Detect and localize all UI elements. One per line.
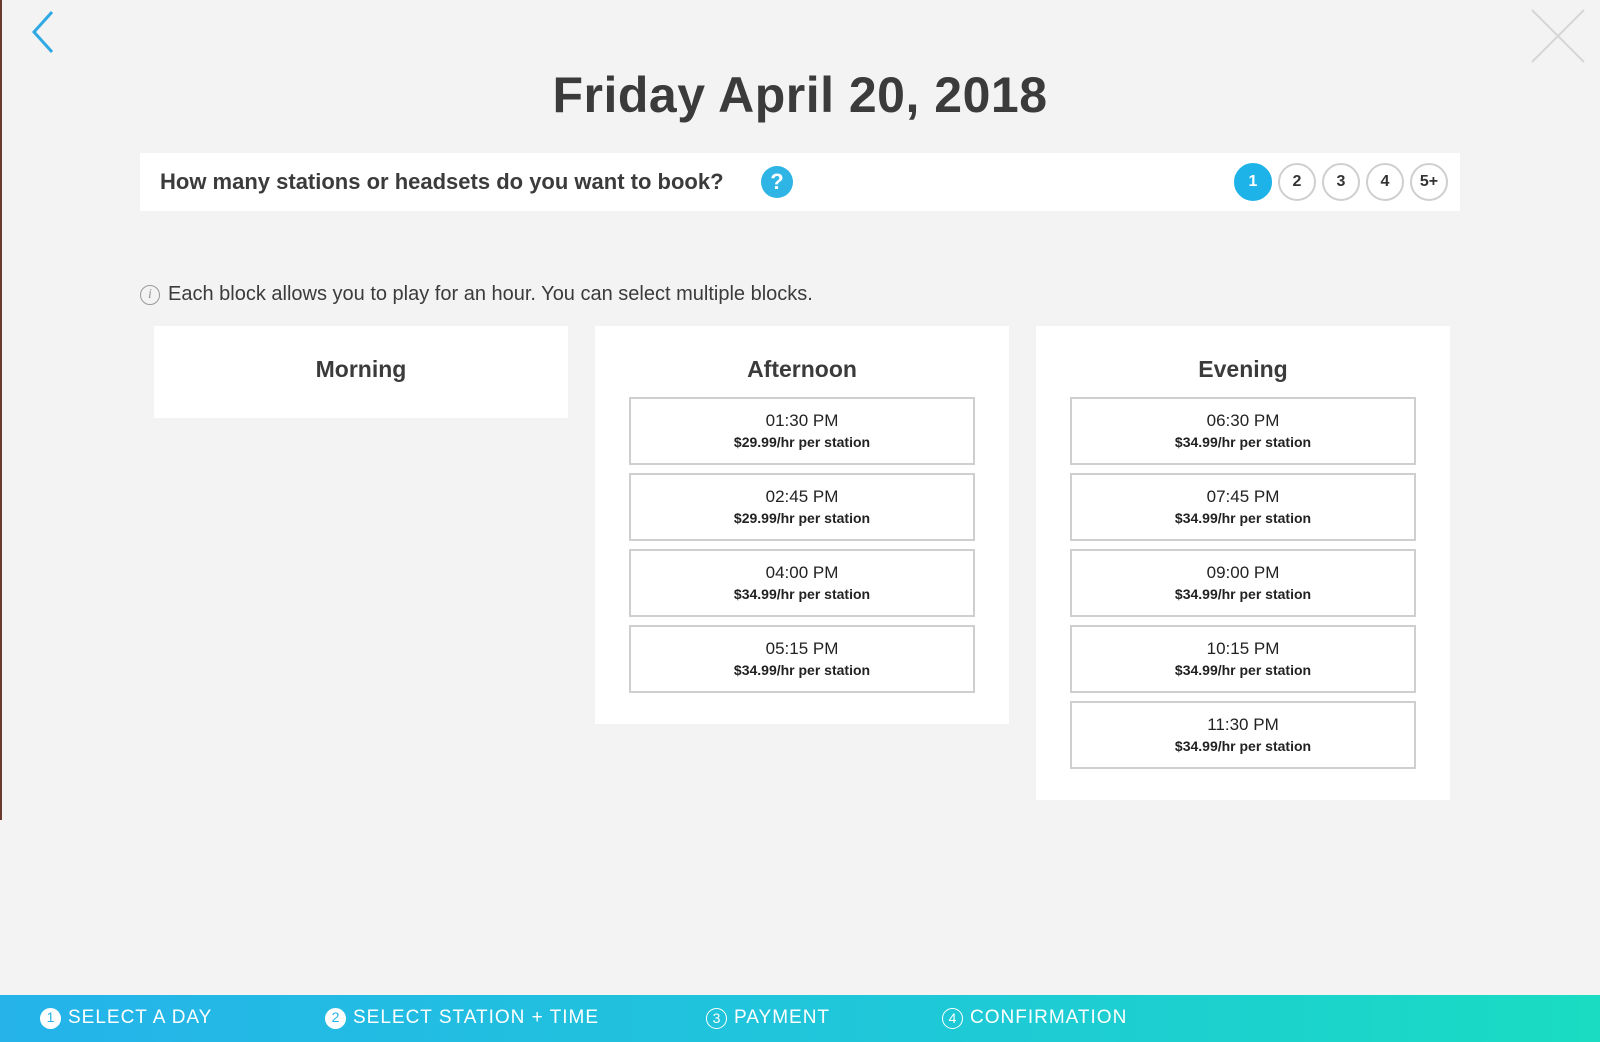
slot-time: 11:30 PM — [1207, 715, 1279, 734]
slot-price: $34.99/hr per station — [1174, 662, 1312, 678]
time-slot[interactable]: 02:45 PM $29.99/hr per station — [629, 473, 975, 541]
close-icon — [1531, 9, 1585, 63]
slot-price: $29.99/hr per station — [733, 434, 871, 450]
step-label: SELECT STATION + TIME — [353, 1007, 600, 1028]
step-number-badge: 1 — [40, 1007, 61, 1029]
period-title: Afternoon — [747, 356, 857, 382]
step-number-badge: 2 — [325, 1007, 346, 1029]
chevron-left-icon — [31, 10, 54, 54]
info-icon: i — [140, 284, 160, 305]
help-icon[interactable]: ? — [761, 166, 793, 198]
time-slot[interactable]: 05:15 PM $34.99/hr per station — [629, 625, 975, 693]
station-count-question: How many stations or headsets do you wan… — [160, 169, 724, 194]
time-slot[interactable]: 07:45 PM $34.99/hr per station — [1070, 473, 1416, 541]
slot-price: $34.99/hr per station — [1174, 434, 1312, 450]
slot-price: $29.99/hr per station — [733, 510, 871, 526]
step-select-day[interactable]: 1 SELECT A DAY — [40, 1007, 212, 1029]
close-button[interactable] — [1528, 6, 1588, 66]
slot-time: 02:45 PM — [765, 487, 839, 506]
time-slot[interactable]: 09:00 PM $34.99/hr per station — [1070, 549, 1416, 617]
slot-time: 09:00 PM — [1206, 563, 1280, 582]
slot-price: $34.99/hr per station — [733, 662, 871, 678]
period-card-morning: Morning — [154, 326, 568, 418]
step-number-badge: 3 — [706, 1007, 727, 1029]
slot-time: 06:30 PM — [1206, 411, 1280, 430]
step-number-badge: 4 — [942, 1007, 963, 1029]
step-label: CONFIRMATION — [970, 1007, 1128, 1028]
step-confirmation[interactable]: 4 CONFIRMATION — [942, 1007, 1127, 1029]
slot-time: 10:15 PM — [1206, 639, 1280, 658]
time-slot[interactable]: 04:00 PM $34.99/hr per station — [629, 549, 975, 617]
slot-price: $34.99/hr per station — [1174, 738, 1312, 754]
slot-time: 04:00 PM — [765, 563, 839, 582]
period-title: Evening — [1198, 356, 1288, 382]
back-button[interactable] — [26, 8, 66, 56]
time-slot[interactable]: 06:30 PM $34.99/hr per station — [1070, 397, 1416, 465]
period-card-afternoon: Afternoon 01:30 PM $29.99/hr per station… — [595, 326, 1009, 724]
page-title: Friday April 20, 2018 — [552, 67, 1048, 123]
time-slot[interactable]: 01:30 PM $29.99/hr per station — [629, 397, 975, 465]
station-count-panel: How many stations or headsets do you wan… — [140, 153, 1460, 211]
info-note: i Each block allows you to play for an h… — [140, 283, 813, 306]
station-count-option-5-plus[interactable]: 5+ — [1410, 163, 1448, 201]
slot-time: 01:30 PM — [765, 411, 839, 430]
slot-price: $34.99/hr per station — [1174, 586, 1312, 602]
station-count-option-2[interactable]: 2 — [1278, 163, 1316, 201]
period-card-evening: Evening 06:30 PM $34.99/hr per station 0… — [1036, 326, 1450, 800]
booking-steps-bar: 1 SELECT A DAY 2 SELECT STATION + TIME 3… — [0, 995, 1600, 1042]
station-count-option-4[interactable]: 4 — [1366, 163, 1404, 201]
slot-time: 05:15 PM — [765, 639, 839, 658]
station-count-option-3[interactable]: 3 — [1322, 163, 1360, 201]
step-select-station-time[interactable]: 2 SELECT STATION + TIME — [325, 1007, 599, 1029]
time-slot[interactable]: 10:15 PM $34.99/hr per station — [1070, 625, 1416, 693]
station-count-option-1[interactable]: 1 — [1234, 163, 1272, 201]
step-label: PAYMENT — [734, 1007, 831, 1028]
station-count-selector: 1 2 3 4 5+ — [1234, 163, 1448, 201]
period-title: Morning — [315, 356, 407, 382]
slot-price: $34.99/hr per station — [733, 586, 871, 602]
step-label: SELECT A DAY — [68, 1007, 213, 1028]
slot-price: $34.99/hr per station — [1174, 510, 1312, 526]
step-payment[interactable]: 3 PAYMENT — [706, 1007, 830, 1029]
slot-time: 07:45 PM — [1206, 487, 1280, 506]
time-slot[interactable]: 11:30 PM $34.99/hr per station — [1070, 701, 1416, 769]
info-text: Each block allows you to play for an hou… — [168, 283, 813, 305]
